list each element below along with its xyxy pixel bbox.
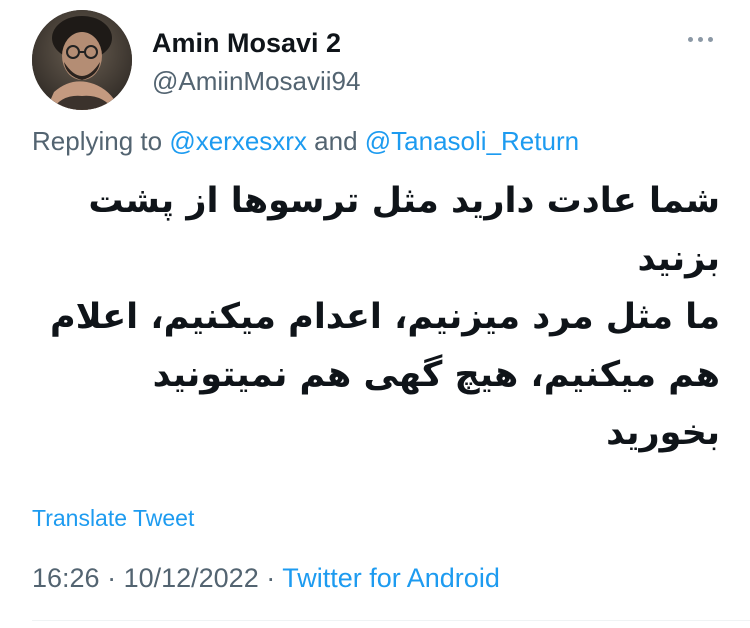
tweet-line: هم میکنیم، هیچ گهی هم نمیتونید: [152, 355, 720, 395]
replying-prefix: Replying to: [32, 126, 170, 156]
more-icon[interactable]: [680, 24, 720, 54]
replying-to: Replying to @xerxesxrx and @Tanasoli_Ret…: [32, 126, 579, 157]
tweet-time[interactable]: 16:26: [32, 563, 100, 593]
more-dot-3: [707, 36, 713, 42]
meta-separator: ·: [258, 563, 283, 593]
tweet-source[interactable]: Twitter for Android: [282, 563, 500, 593]
avatar[interactable]: [32, 10, 132, 110]
meta-separator: ·: [99, 563, 124, 593]
tweet-line: بخورید: [606, 413, 720, 453]
avatar-image: [32, 10, 132, 110]
user-handle[interactable]: @AmiinMosavii94: [152, 66, 360, 97]
more-dot-1: [687, 36, 693, 42]
tweet-meta: 16:26 · 10/12/2022 · Twitter for Android: [32, 563, 500, 594]
tweet-line: ما مثل مرد میزنیم، اعدام میکنیم، اعلام: [50, 297, 720, 337]
mention-tanasoli-return[interactable]: @Tanasoli_Return: [365, 126, 579, 156]
display-name[interactable]: Amin Mosavi 2: [152, 28, 341, 59]
tweet-date[interactable]: 10/12/2022: [124, 563, 259, 593]
mention-xerxesxrx[interactable]: @xerxesxrx: [169, 126, 307, 156]
more-dot-2: [697, 36, 703, 42]
tweet-text: شما عادت دارید مثل ترسوها از پشت بزنید م…: [32, 172, 720, 462]
divider: [32, 620, 750, 621]
replying-joiner: and: [306, 126, 365, 156]
tweet-line: شما عادت دارید مثل ترسوها از پشت: [88, 181, 720, 221]
tweet-card: Amin Mosavi 2 @AmiinMosavii94 Replying t…: [0, 0, 750, 628]
translate-tweet-link[interactable]: Translate Tweet: [32, 505, 194, 532]
tweet-line: بزنید: [637, 239, 720, 279]
